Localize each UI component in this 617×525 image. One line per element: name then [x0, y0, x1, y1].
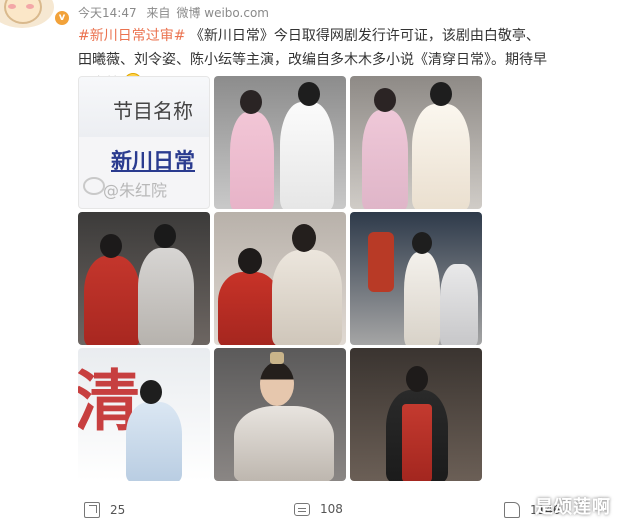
photo-5-scene [214, 212, 346, 345]
figure-head [154, 224, 176, 248]
show-name: 新川日常 [111, 149, 195, 173]
figure-light-blue-robe [126, 402, 182, 481]
figure-fur-coat [234, 406, 334, 481]
lantern-icon [368, 232, 394, 292]
figure-head [298, 82, 320, 106]
photo-8[interactable] [214, 348, 346, 481]
hair-crown-icon [270, 352, 284, 364]
photo-2[interactable] [214, 76, 346, 209]
weibo-watermark-icon [83, 177, 105, 195]
photo-4[interactable] [78, 212, 210, 345]
figure-white-robe [404, 252, 440, 345]
figure-head [240, 90, 262, 114]
figure-red-cape [84, 256, 140, 345]
figure-white-robe [440, 264, 478, 345]
figure-head [238, 248, 262, 274]
figure-head [406, 366, 428, 392]
post-meta: 今天14:47 来自 微博 weibo.com [78, 4, 275, 21]
photo-8-scene [214, 348, 346, 481]
photo-4-scene [78, 212, 210, 345]
figure-grey-robe [138, 248, 194, 345]
repost-icon [84, 502, 100, 518]
figure-pink-robe [230, 112, 274, 209]
post-source: 微博 weibo.com [176, 6, 269, 20]
photo-watermark: @朱红院 [103, 181, 168, 200]
verified-badge-icon: v [54, 10, 70, 26]
avatar-blush-right [26, 4, 34, 9]
avatar-blush-left [8, 4, 16, 9]
figure-head [430, 82, 452, 106]
figure-white-robe [412, 104, 470, 209]
photo-3[interactable] [350, 76, 482, 209]
figure-head [374, 88, 396, 112]
figure-red-cape [218, 272, 280, 345]
figure-pink-robe [362, 110, 408, 209]
overlay-watermark: 是颂莲啊 [535, 497, 611, 518]
figure-head [100, 234, 122, 258]
figure-head [140, 380, 162, 404]
avatar[interactable] [0, 0, 54, 28]
repost-button[interactable]: 25 [84, 502, 125, 518]
photo-3-scene [350, 76, 482, 209]
source-prefix: 来自 [146, 6, 171, 20]
post-time[interactable]: 今天14:47 [78, 6, 137, 20]
photo-9-scene [350, 348, 482, 481]
photo-7[interactable]: 清 [78, 348, 210, 481]
photo-grid: 节目名称 新川日常 @朱红院 清 [78, 76, 482, 481]
photo-6[interactable] [350, 212, 482, 345]
photo-6-scene [350, 212, 482, 345]
program-name-heading: 节目名称 [113, 99, 193, 123]
comment-count: 108 [320, 502, 343, 516]
comment-button[interactable]: 108 [294, 502, 343, 516]
photo-2-scene [214, 76, 346, 209]
comment-icon [294, 502, 310, 516]
hashtag-link[interactable]: #新川日常过审# [78, 28, 185, 44]
figure-head [260, 362, 294, 406]
photo-9[interactable] [350, 348, 482, 481]
figure-white-robe [280, 102, 334, 209]
figure-head [412, 232, 432, 254]
repost-count: 25 [110, 503, 126, 517]
photo-5[interactable] [214, 212, 346, 345]
figure-red-robe [402, 404, 432, 481]
figure-fur-coat [272, 250, 342, 345]
photo-7-scene: 清 [78, 348, 210, 481]
photo-1[interactable]: 节目名称 新川日常 @朱红院 [78, 76, 210, 209]
thumbs-up-icon [504, 502, 520, 518]
figure-head [292, 224, 316, 252]
